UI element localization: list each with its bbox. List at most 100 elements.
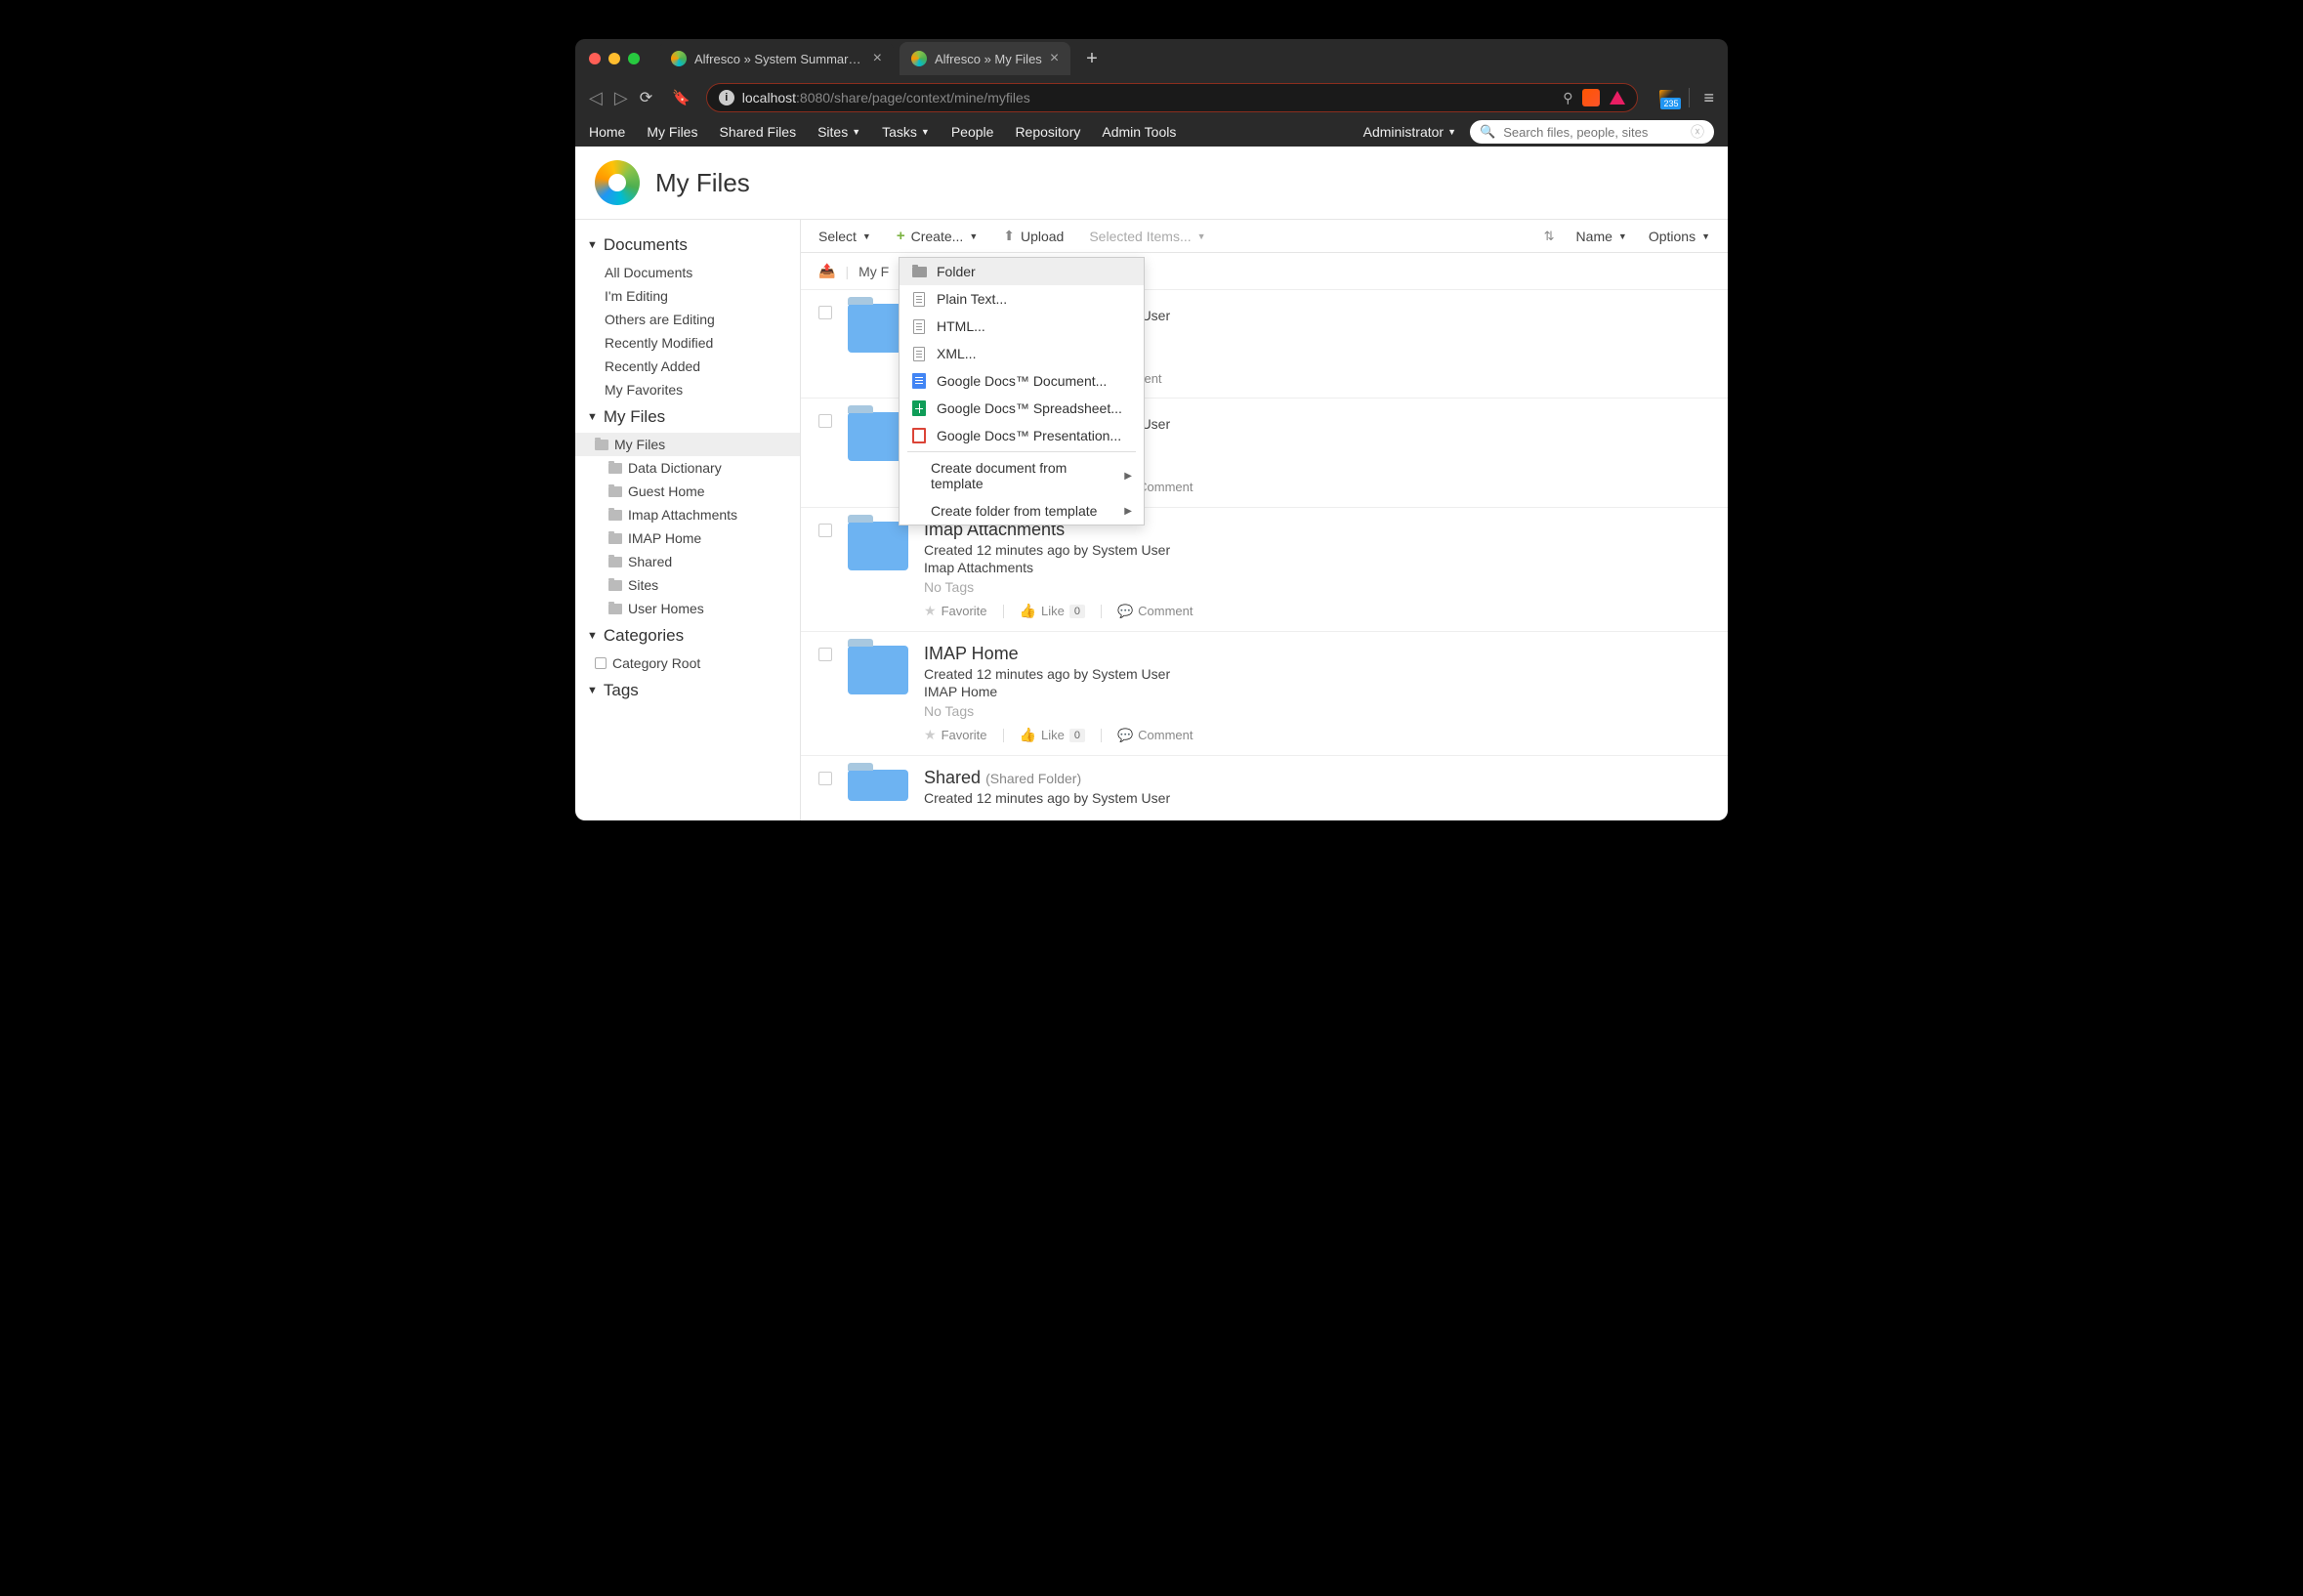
sidebar-section-categories[interactable]: ▼ Categories [575, 620, 800, 651]
checkbox[interactable] [818, 524, 832, 537]
options-button[interactable]: Options▼ [1649, 229, 1710, 244]
like-button[interactable]: 👍Like0 [1020, 603, 1085, 619]
window-minimize[interactable] [608, 53, 620, 64]
global-search[interactable]: 🔍 ⓧ [1470, 120, 1714, 144]
window-close[interactable] [589, 53, 601, 64]
window-maximize[interactable] [628, 53, 640, 64]
nav-tasks[interactable]: Tasks▼ [882, 124, 930, 140]
nav-repository[interactable]: Repository [1015, 124, 1080, 140]
tab-close-icon[interactable]: × [873, 50, 882, 67]
url-input[interactable]: i localhost:8080/share/page/context/mine… [706, 83, 1639, 112]
sidebar-item-others-editing[interactable]: Others are Editing [575, 308, 800, 331]
menu-item-google-slides[interactable]: Google Docs™ Presentation... [900, 422, 1144, 449]
chevron-right-icon: ▶ [1124, 471, 1132, 482]
tab-close-icon[interactable]: × [1050, 50, 1059, 67]
back-button[interactable]: ◁ [589, 88, 603, 108]
clear-icon[interactable]: ⓧ [1691, 122, 1704, 142]
menu-item-plain-text[interactable]: Plain Text... [900, 285, 1144, 313]
nav-home[interactable]: Home [589, 124, 625, 140]
sidebar-category-root[interactable]: Category Root [575, 651, 800, 675]
sidebar-item-recently-modified[interactable]: Recently Modified [575, 331, 800, 355]
menu-item-xml[interactable]: XML... [900, 340, 1144, 367]
sidebar-section-documents[interactable]: ▼ Documents [575, 230, 800, 261]
select-button[interactable]: Select▼ [818, 229, 871, 244]
like-count: 0 [1069, 729, 1085, 742]
menu-item-html[interactable]: HTML... [900, 313, 1144, 340]
forward-button[interactable]: ▷ [614, 88, 628, 108]
file-name[interactable]: Shared (Shared Folder) [924, 768, 1710, 788]
sidebar-folder-sites[interactable]: Sites [575, 573, 800, 597]
nav-up-icon[interactable]: 📤 [818, 263, 835, 279]
user-menu[interactable]: Administrator▼ [1363, 124, 1456, 140]
file-row[interactable]: Imap Attachments Created 12 minutes ago … [801, 508, 1728, 632]
reload-button[interactable]: ⟳ [640, 88, 652, 107]
sort-name-button[interactable]: Name▼ [1576, 229, 1627, 244]
folder-icon [608, 510, 622, 521]
sidebar-folder-shared[interactable]: Shared [575, 550, 800, 573]
bookmark-icon[interactable]: 🔖 [672, 89, 691, 106]
sort-direction-icon[interactable]: ⇅ [1544, 229, 1555, 244]
favorite-button[interactable]: ★Favorite [924, 603, 987, 619]
selected-items-button[interactable]: Selected Items...▼ [1089, 229, 1205, 244]
url-bar: ◁ ▷ ⟳ 🔖 i localhost:8080/share/page/cont… [575, 78, 1728, 117]
brave-shield-icon[interactable] [1582, 89, 1600, 106]
upload-icon: ⬆ [1003, 228, 1015, 244]
sidebar-folder-imap-attachments[interactable]: Imap Attachments [575, 503, 800, 526]
star-icon: ★ [924, 727, 937, 743]
sidebar-item-recently-added[interactable]: Recently Added [575, 355, 800, 378]
comment-button[interactable]: 💬Comment [1117, 728, 1193, 743]
comment-icon: 💬 [1117, 728, 1133, 743]
tab-1[interactable]: Alfresco » System Summary [Hos × [659, 42, 894, 75]
menu-item-folder-from-template[interactable]: Create folder from template▶ [900, 497, 1144, 525]
sidebar-folder-imap-home[interactable]: IMAP Home [575, 526, 800, 550]
sidebar-section-myfiles[interactable]: ▼ My Files [575, 401, 800, 433]
file-row[interactable]: Shared (Shared Folder) Created 12 minute… [801, 756, 1728, 812]
page-title: My Files [655, 168, 750, 198]
sidebar-item-im-editing[interactable]: I'm Editing [575, 284, 800, 308]
file-row[interactable]: IMAP Home Created 12 minutes ago by Syst… [801, 632, 1728, 756]
sidebar-item-my-favorites[interactable]: My Favorites [575, 378, 800, 401]
file-meta: Created 12 minutes ago by System User [924, 790, 1710, 806]
checkbox[interactable] [818, 772, 832, 785]
create-button[interactable]: +Create...▼ [897, 228, 978, 244]
file-name[interactable]: IMAP Home [924, 644, 1710, 664]
menu-icon[interactable]: ≡ [1703, 88, 1714, 108]
nav-admin-tools[interactable]: Admin Tools [1102, 124, 1176, 140]
sidebar-folder-data-dictionary[interactable]: Data Dictionary [575, 456, 800, 480]
divider [1003, 605, 1004, 618]
chevron-down-icon: ▼ [852, 127, 860, 137]
file-actions: ★Favorite 👍Like0 💬Comment [924, 603, 1710, 619]
sidebar-folder-user-homes[interactable]: User Homes [575, 597, 800, 620]
menu-item-google-sheet[interactable]: Google Docs™ Spreadsheet... [900, 395, 1144, 422]
menu-item-google-doc[interactable]: Google Docs™ Document... [900, 367, 1144, 395]
tab-2[interactable]: Alfresco » My Files × [900, 42, 1070, 75]
nav-sites[interactable]: Sites▼ [817, 124, 860, 140]
sidebar-folder-myfiles-root[interactable]: My Files [575, 433, 800, 456]
search-icon[interactable]: ⚲ [1563, 90, 1572, 106]
folder-large-icon [848, 522, 908, 570]
sidebar-item-all-documents[interactable]: All Documents [575, 261, 800, 284]
nav-people[interactable]: People [951, 124, 994, 140]
sidebar-folder-guest-home[interactable]: Guest Home [575, 480, 800, 503]
upload-button[interactable]: ⬆Upload [1003, 228, 1064, 244]
breadcrumb-item[interactable]: My F [858, 264, 889, 279]
menu-item-doc-from-template[interactable]: Create document from template▶ [900, 454, 1144, 497]
nav-my-files[interactable]: My Files [647, 124, 697, 140]
comment-button[interactable]: 💬Comment [1117, 604, 1193, 619]
sidebar-section-tags[interactable]: ▼ Tags [575, 675, 800, 706]
site-info-icon[interactable]: i [719, 90, 734, 105]
favorite-button[interactable]: ★Favorite [924, 727, 987, 743]
nav-shared-files[interactable]: Shared Files [719, 124, 796, 140]
like-button[interactable]: 👍Like0 [1020, 727, 1085, 743]
brave-rewards-icon[interactable] [1610, 91, 1625, 105]
checkbox[interactable] [818, 414, 832, 428]
search-icon: 🔍 [1480, 124, 1495, 140]
rss-extension-icon[interactable]: 235 [1659, 90, 1675, 105]
folder-icon [608, 604, 622, 614]
chevron-down-icon: ▼ [921, 127, 930, 137]
checkbox[interactable] [818, 648, 832, 661]
checkbox[interactable] [818, 306, 832, 319]
new-tab-button[interactable]: + [1076, 48, 1108, 70]
menu-item-folder[interactable]: Folder [900, 258, 1144, 285]
search-input[interactable] [1503, 125, 1683, 140]
